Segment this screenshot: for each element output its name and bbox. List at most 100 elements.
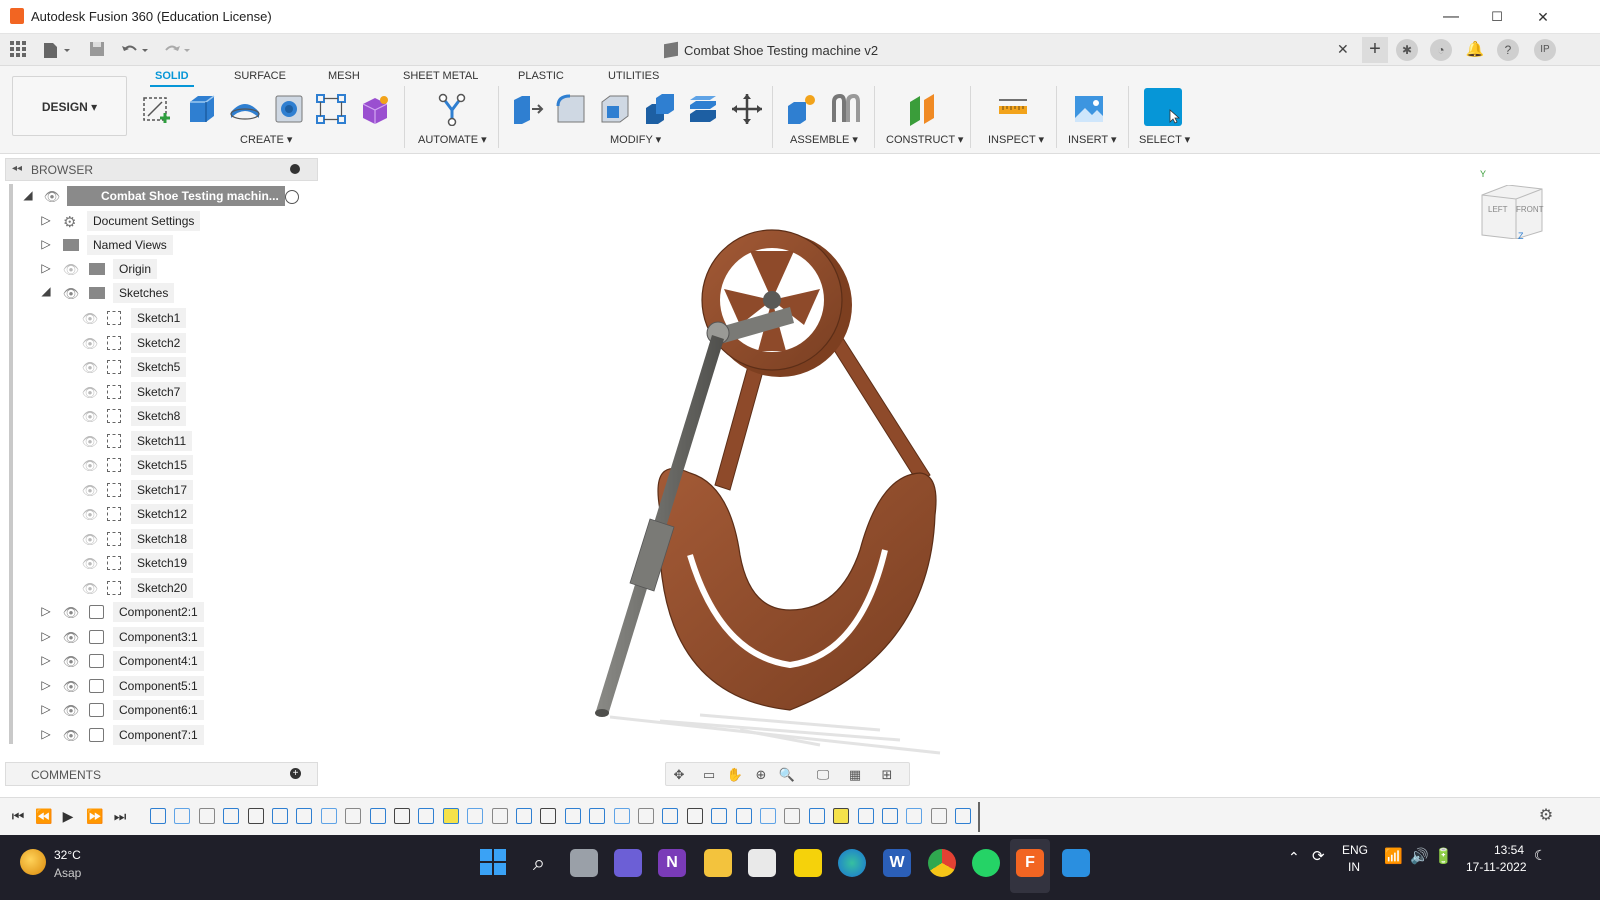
timeline-feature-icon[interactable] xyxy=(345,808,362,824)
viewports-icon[interactable]: ⊞ xyxy=(878,767,896,783)
timeline-feature-icon[interactable] xyxy=(906,808,923,824)
timeline-feature-icon[interactable] xyxy=(955,808,972,824)
input-language[interactable]: ENG xyxy=(1342,843,1368,857)
sketch-row[interactable]: 👁 Sketch11 xyxy=(5,429,318,453)
tab-surface[interactable]: SURFACE xyxy=(234,70,286,82)
browser-pin-icon[interactable] xyxy=(290,164,300,174)
timeline-feature-icon[interactable] xyxy=(784,808,801,824)
assemble-group-label[interactable]: ASSEMBLE ▾ xyxy=(790,133,858,146)
timeline-feature-icon[interactable] xyxy=(198,808,215,824)
visibility-eye-icon[interactable]: 👁 xyxy=(43,190,61,203)
expand-triangle-icon[interactable]: ▷ xyxy=(39,653,53,667)
new-component-icon[interactable] xyxy=(784,92,818,126)
go-to-end-icon[interactable]: ⏭ xyxy=(112,808,128,824)
play-icon[interactable]: ▶ xyxy=(60,808,76,824)
view-cube-front-face[interactable]: FRONT xyxy=(1516,205,1544,214)
joint-icon[interactable] xyxy=(828,92,862,126)
minimize-button[interactable]: — xyxy=(1428,4,1474,30)
inspect-group-label[interactable]: INSPECT ▾ xyxy=(988,133,1044,146)
weather-sun-icon[interactable] xyxy=(20,849,46,875)
pan-hand-icon[interactable]: ✋ xyxy=(726,767,744,783)
save-icon[interactable] xyxy=(88,41,106,59)
timeline-feature-icon[interactable] xyxy=(686,808,703,824)
expand-triangle-icon[interactable]: ▷ xyxy=(39,261,53,275)
measure-icon[interactable] xyxy=(996,92,1030,126)
create-form-icon[interactable] xyxy=(358,92,392,126)
revolve-icon[interactable] xyxy=(228,92,262,126)
press-pull-icon[interactable] xyxy=(510,92,544,126)
sketch-row[interactable]: 👁 Sketch17 xyxy=(5,478,318,502)
word-icon[interactable]: W xyxy=(883,849,911,877)
display-settings-icon[interactable]: 🖵 xyxy=(814,767,832,783)
expand-triangle-icon[interactable]: ▷ xyxy=(39,237,53,251)
expand-triangle-icon[interactable]: ▷ xyxy=(39,604,53,618)
chrome-browser-icon[interactable] xyxy=(928,849,956,877)
timeline-feature-icon[interactable] xyxy=(174,808,191,824)
timeline-settings-gear-icon[interactable]: ⚙ xyxy=(1538,808,1554,824)
hidden-eye-icon[interactable]: 👁 xyxy=(62,263,80,276)
timeline-feature-icon[interactable] xyxy=(320,808,337,824)
user-avatar[interactable]: IP xyxy=(1534,39,1556,61)
fit-zoom-window-icon[interactable]: 🔍 xyxy=(778,767,796,783)
select-cursor-icon[interactable] xyxy=(1144,88,1182,126)
sketch-row[interactable]: 👁 Sketch15 xyxy=(5,453,318,477)
close-button[interactable]: ✕ xyxy=(1520,4,1566,30)
sketch-row[interactable]: 👁 Sketch19 xyxy=(5,551,318,575)
weather-temperature[interactable]: 32°C xyxy=(54,848,81,862)
browser-item-origin[interactable]: ▷ 👁 Origin xyxy=(5,257,318,281)
component-row[interactable]: ▷ 👁 Component6:1 xyxy=(5,698,318,722)
visibility-eye-icon[interactable]: 👁 xyxy=(62,606,80,619)
3d-model-render[interactable] xyxy=(320,155,1600,790)
sketch-row[interactable]: 👁 Sketch8 xyxy=(5,404,318,428)
select-group-label[interactable]: SELECT ▾ xyxy=(1139,133,1190,146)
look-at-icon[interactable]: ▭ xyxy=(700,767,718,783)
shell-icon[interactable] xyxy=(598,92,632,126)
hidden-eye-icon[interactable]: 👁 xyxy=(81,459,99,472)
collapse-triangle-icon[interactable]: ◢ xyxy=(21,188,35,202)
battery-icon[interactable]: 🔋 xyxy=(1434,847,1453,865)
input-region[interactable]: IN xyxy=(1348,860,1360,874)
insert-image-icon[interactable] xyxy=(1072,92,1106,126)
hidden-eye-icon[interactable]: 👁 xyxy=(81,337,99,350)
insert-group-label[interactable]: INSERT ▾ xyxy=(1068,133,1117,146)
hidden-eye-icon[interactable]: 👁 xyxy=(81,386,99,399)
notifications-bell-icon[interactable]: 🔔 xyxy=(1464,39,1486,61)
visibility-eye-icon[interactable]: 👁 xyxy=(62,680,80,693)
create-group-label[interactable]: CREATE ▾ xyxy=(240,133,292,146)
view-cube[interactable]: LEFT FRONT Y Z xyxy=(1478,169,1544,241)
undo-icon[interactable] xyxy=(120,41,152,59)
fillet-icon[interactable] xyxy=(554,92,588,126)
browser-item-sketches[interactable]: ◢ 👁 Sketches xyxy=(5,281,318,305)
visibility-eye-icon[interactable]: 👁 xyxy=(62,631,80,644)
volume-icon[interactable]: 🔊 xyxy=(1410,847,1429,865)
hidden-eye-icon[interactable]: 👁 xyxy=(81,508,99,521)
new-tab-plus-icon[interactable]: + xyxy=(1362,37,1388,63)
timeline-feature-icon[interactable] xyxy=(369,808,386,824)
wifi-icon[interactable]: 📶 xyxy=(1384,847,1403,865)
start-windows-icon[interactable] xyxy=(480,849,508,877)
expand-triangle-icon[interactable]: ▷ xyxy=(39,213,53,227)
component-row[interactable]: ▷ 👁 Component3:1 xyxy=(5,625,318,649)
automate-icon[interactable] xyxy=(435,92,469,127)
photos-app-icon[interactable] xyxy=(1062,849,1090,877)
visibility-eye-icon[interactable]: 👁 xyxy=(62,704,80,717)
expand-triangle-icon[interactable]: ▷ xyxy=(39,702,53,716)
timeline-feature-icon[interactable] xyxy=(150,808,166,824)
timeline-feature-icon[interactable] xyxy=(247,808,264,824)
step-back-icon[interactable]: ⏪ xyxy=(35,808,52,824)
browser-root-row[interactable]: ◢ 👁 Combat Shoe Testing machin... xyxy=(5,185,318,209)
snipping-tool-icon[interactable] xyxy=(748,849,776,877)
timeline-feature-icon[interactable] xyxy=(930,808,947,824)
timeline-feature-icon[interactable] xyxy=(638,808,654,824)
browser-header[interactable]: ◂◂ BROWSER xyxy=(5,158,318,181)
sketch-row[interactable]: 👁 Sketch2 xyxy=(5,331,318,355)
grid-settings-icon[interactable]: ▦ xyxy=(846,767,864,783)
timeline-feature-icon[interactable] xyxy=(418,808,435,824)
activate-radio-icon[interactable] xyxy=(285,190,299,204)
search-icon[interactable]: ⌕ xyxy=(525,849,553,877)
whatsapp-icon[interactable] xyxy=(972,849,1000,877)
add-comment-icon[interactable]: + xyxy=(290,768,301,779)
go-to-start-icon[interactable]: ⏮ xyxy=(10,808,26,824)
timeline-feature-icon[interactable] xyxy=(808,808,825,824)
document-tab[interactable]: Combat Shoe Testing machine v2 ✕ xyxy=(660,34,1380,66)
